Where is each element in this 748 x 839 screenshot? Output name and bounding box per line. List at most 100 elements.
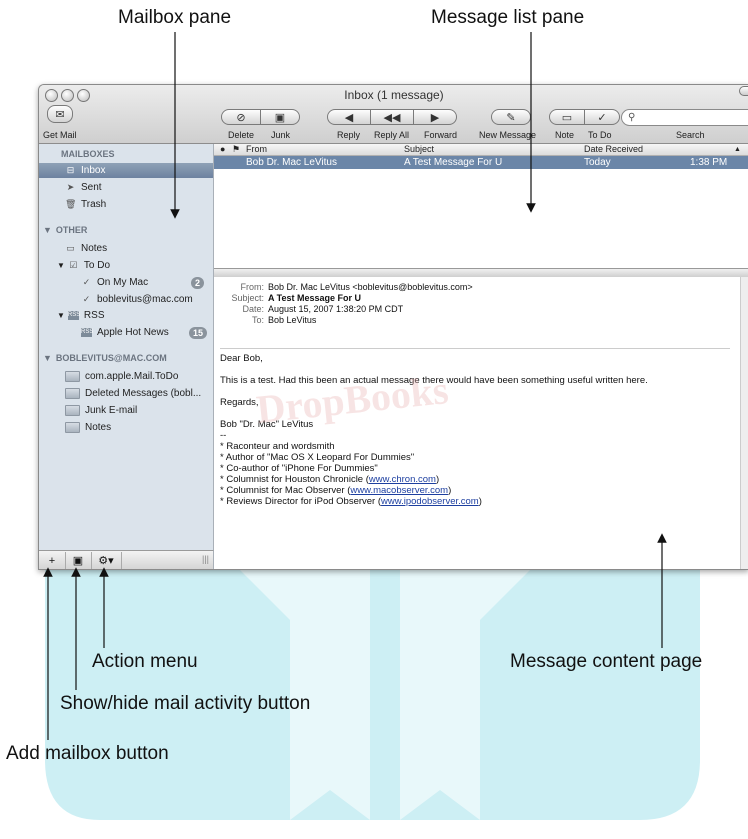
signature-line: * Columnist for Mac Observer (www.macobs…: [220, 485, 745, 496]
message-list-header: ● ⚑ From Subject Date Received ▲: [214, 144, 748, 156]
sidebar-item-label: To Do: [83, 260, 111, 271]
callout-action-menu: Action menu: [92, 651, 198, 672]
junk-button[interactable]: ▣: [260, 109, 300, 125]
sidebar-item-apple-hot-news[interactable]: RSS Apple Hot News: [81, 327, 169, 338]
callout-add-mailbox: Add mailbox button: [6, 743, 169, 764]
sidebar-item-label: Trash: [81, 199, 107, 210]
sidebar-item-label: RSS: [83, 310, 105, 321]
gear-icon: ⚙▾: [98, 555, 114, 567]
window-title: Inbox (1 message): [344, 88, 444, 102]
sidebar-item-folder[interactable]: Deleted Messages (bobl...: [65, 388, 201, 399]
signature-separator: --: [220, 430, 227, 441]
forward-button[interactable]: ▶: [413, 109, 457, 125]
header-date: Date: August 15, 2007 1:38:20 PM CDT: [214, 304, 403, 314]
search-input[interactable]: ⚲: [621, 109, 748, 126]
checkmark-icon: ✓: [82, 294, 91, 304]
signature-text: ): [435, 474, 440, 485]
signature-line: * Raconteur and wordsmith: [220, 441, 335, 452]
sidebar-section-label: OTHER: [55, 225, 88, 235]
plus-icon: +: [48, 554, 56, 567]
table-row[interactable]: Bob Dr. Mac LeVitus A Test Message For U…: [214, 156, 748, 169]
mailbox-pane: MAILBOXES ⊟ Inbox ➤ Sent 🗑 Trash ▼ OTHER…: [39, 144, 214, 550]
message-body: Dear Bob, This is a test. Had this been …: [220, 353, 745, 507]
sidebar-item-inbox[interactable]: ⊟ Inbox: [65, 165, 106, 176]
header-to: To: Bob LeVitus: [214, 315, 316, 325]
checkmark-icon: ☑: [69, 260, 78, 270]
sidebar-item-label: Sent: [81, 182, 102, 193]
toolbar-toggle-button[interactable]: [739, 86, 748, 96]
action-menu-button[interactable]: ⚙▾: [91, 552, 122, 569]
folder-icon: [65, 371, 80, 382]
disclosure-triangle-icon: ▼: [57, 261, 65, 270]
envelope-icon: ✉: [55, 108, 65, 121]
show-hide-activity-button[interactable]: ▣: [65, 552, 92, 569]
mail-window: Inbox (1 message) ✉ Get Mail ⊘ ▣ Delete …: [38, 84, 748, 570]
get-mail-button[interactable]: ✉: [47, 105, 73, 123]
rss-icon: RSS: [67, 311, 81, 320]
sidebar-item-sent[interactable]: ➤ Sent: [65, 182, 102, 193]
body-greeting: Dear Bob,: [220, 353, 263, 364]
forward-label: Forward: [424, 130, 458, 140]
signature-text: ): [448, 485, 452, 496]
rss-feed-icon: RSS: [81, 328, 94, 337]
macobserver-link[interactable]: www.macobserver.com: [350, 485, 448, 496]
reply-button[interactable]: ◀: [327, 109, 371, 125]
signature-text: * Columnist for Houston Chronicle (: [220, 474, 369, 485]
sidebar-item-on-my-mac[interactable]: ✓ On My Mac: [81, 277, 148, 288]
signature-line: * Columnist for Houston Chronicle (www.c…: [220, 474, 745, 485]
folder-icon: [65, 388, 80, 399]
message-list-pane: ● ⚑ From Subject Date Received ▲ Bob Dr.…: [214, 144, 748, 268]
column-header-date[interactable]: Date Received: [584, 144, 643, 155]
note-icon: ▭: [66, 243, 75, 253]
sidebar-item-label: Notes: [81, 243, 108, 254]
sidebar-item-rss[interactable]: ▼ RSS RSS: [57, 310, 104, 321]
unread-column-icon[interactable]: ●: [220, 144, 225, 155]
sidebar-item-todo[interactable]: ▼ ☑ To Do: [57, 260, 110, 271]
sidebar-item-label: boblevitus@mac.com: [97, 294, 193, 305]
folder-icon: [65, 405, 80, 416]
sidebar-item-account-todo[interactable]: ✓ boblevitus@mac.com: [81, 294, 193, 305]
checkmark-icon: ✓: [597, 111, 607, 124]
search-icon: ⚲: [628, 112, 636, 123]
callout-show-hide-activity: Show/hide mail activity button: [60, 693, 311, 714]
flag-column-icon[interactable]: ⚑: [232, 144, 240, 155]
sidebar-item-label: Inbox: [81, 165, 106, 176]
delete-button[interactable]: ⊘: [221, 109, 261, 125]
delete-label: Delete: [228, 130, 255, 140]
callout-message-content: Message content page: [510, 651, 703, 672]
header-label: Date:: [242, 304, 264, 314]
unread-count-badge: 2: [191, 277, 205, 289]
new-message-button[interactable]: ✎: [491, 109, 531, 125]
header-label: From:: [240, 282, 265, 292]
account-header[interactable]: ▼ BOBLEVITUS@MAC.COM: [43, 353, 167, 363]
sidebar-item-notes[interactable]: ▭ Notes: [65, 243, 107, 254]
reply-all-button[interactable]: ◀◀: [370, 109, 414, 125]
sidebar-item-folder[interactable]: Junk E-mail: [65, 405, 137, 416]
other-header[interactable]: ▼ OTHER: [43, 225, 87, 235]
get-mail-label: Get Mail: [43, 130, 77, 140]
header-from: From: Bob Dr. Mac LeVitus <boblevitus@bob…: [214, 282, 473, 292]
sidebar-item-label: com.apple.Mail.ToDo: [85, 371, 179, 382]
message-from: Bob Dr. Mac LeVitus: [246, 157, 337, 168]
signature-line: * Co-author of "iPhone For Dummies": [220, 463, 378, 474]
signature-text: * Reviews Director for iPod Observer (: [220, 496, 382, 507]
todo-button[interactable]: ✓: [584, 109, 620, 125]
ipodobserver-link[interactable]: www.ipodobserver.com: [381, 496, 479, 507]
note-label: Note: [555, 130, 575, 140]
toolbar: Inbox (1 message) ✉ Get Mail ⊘ ▣ Delete …: [39, 85, 748, 144]
chron-link[interactable]: www.chron.com: [369, 474, 436, 485]
sidebar-item-label: Junk E-mail: [85, 405, 138, 416]
column-header-subject[interactable]: Subject: [404, 144, 434, 155]
sidebar-item-folder[interactable]: Notes: [65, 422, 111, 433]
note-button[interactable]: ▭: [549, 109, 585, 125]
signature-line: * Author of "Mac OS X Leopard For Dummie…: [220, 452, 415, 463]
resize-grip-icon[interactable]: |||: [202, 554, 209, 564]
column-header-from[interactable]: From: [246, 144, 267, 155]
sidebar-item-trash[interactable]: 🗑 Trash: [65, 199, 106, 210]
content-scrollbar[interactable]: [740, 277, 748, 569]
callout-message-list-pane: Message list pane: [431, 7, 585, 28]
add-mailbox-button[interactable]: +: [39, 552, 66, 569]
message-time: 1:38 PM: [690, 157, 728, 168]
sidebar-item-folder[interactable]: com.apple.Mail.ToDo: [65, 371, 178, 382]
folder-icon: [65, 422, 80, 433]
